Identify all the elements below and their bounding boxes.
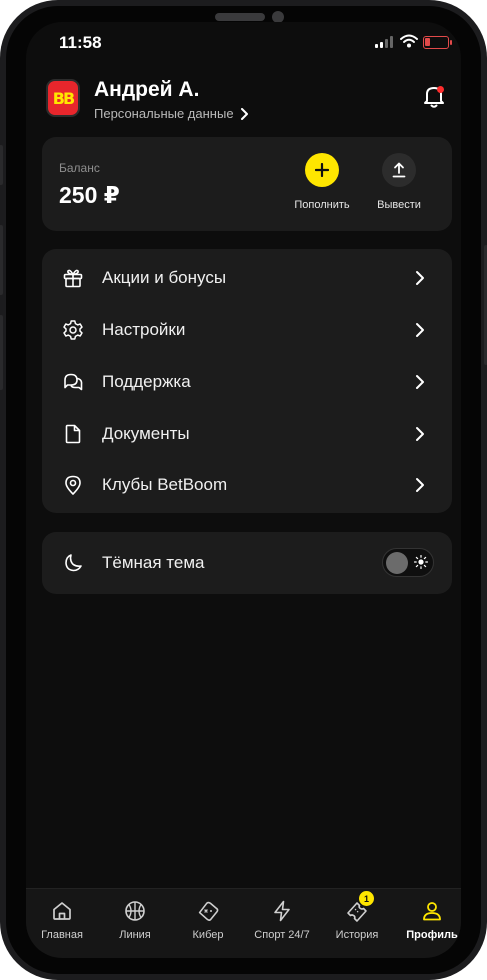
chevron-right-icon — [240, 107, 248, 120]
withdraw-label: Вывести — [377, 199, 421, 211]
chevron-right-icon — [416, 375, 424, 389]
earpiece-speaker — [215, 13, 265, 21]
gear-icon — [63, 320, 83, 340]
menu-card: Акции и бонусы Настройки Поддержка Докум… — [42, 249, 452, 513]
nav-item-history[interactable]: 1 История — [321, 891, 393, 941]
nav-item-line[interactable]: Линия — [99, 899, 171, 941]
user-name: Андрей А. — [94, 78, 200, 101]
home-icon — [53, 902, 71, 920]
history-badge: 1 — [359, 891, 374, 906]
menu-item-label: Поддержка — [102, 372, 191, 391]
wifi-icon — [400, 34, 418, 48]
basketball-icon — [125, 901, 145, 921]
theme-card: Тёмная тема — [42, 532, 452, 594]
chevron-right-icon — [416, 271, 424, 285]
betboom-logo: BB — [46, 79, 80, 117]
nav-label: Линия — [119, 929, 151, 941]
nav-label: История — [335, 929, 379, 941]
personal-data-link[interactable]: Персональные данные — [94, 106, 248, 121]
nav-item-cyber[interactable]: Кибер — [172, 899, 244, 941]
map-pin-icon — [65, 475, 81, 495]
menu-item-label: Настройки — [102, 320, 186, 339]
menu-item-support[interactable]: Поддержка — [42, 356, 452, 408]
battery-icon — [423, 36, 452, 49]
gift-icon — [63, 269, 83, 288]
nav-label: Профиль — [406, 929, 458, 941]
phone-frame: 11:58 BB Андрей А. Персональные данные Б… — [0, 0, 487, 980]
balance-label: Баланс — [59, 161, 100, 175]
menu-item-promotions[interactable]: Акции и бонусы — [42, 252, 452, 304]
menu-item-clubs[interactable]: Клубы BetBoom — [42, 459, 452, 511]
deposit-label: Пополнить — [294, 199, 350, 211]
personal-data-label: Персональные данные — [94, 106, 234, 121]
profile-header: BB Андрей А. Персональные данные — [42, 77, 452, 127]
plus-icon — [305, 153, 339, 187]
nav-label: Главная — [41, 929, 83, 941]
app-screen: 11:58 BB Андрей А. Персональные данные Б… — [26, 22, 461, 958]
lightning-icon — [274, 900, 290, 922]
document-icon — [65, 424, 81, 444]
cellular-signal-icon — [375, 36, 395, 48]
chevron-right-icon — [416, 427, 424, 441]
ticket-icon-wrap: 1 — [345, 891, 374, 923]
nav-label: Спорт 24/7 — [254, 929, 310, 941]
deposit-button[interactable]: Пополнить — [287, 153, 357, 211]
nav-item-home[interactable]: Главная — [26, 899, 98, 941]
status-bar: 11:58 — [26, 22, 461, 66]
nav-item-profile[interactable]: Профиль — [396, 899, 461, 941]
chevron-right-icon — [416, 478, 424, 492]
bottom-navigation: Главная Линия Кибер Спорт 24/7 1 История… — [26, 888, 461, 958]
nav-label: Кибер — [192, 929, 224, 941]
menu-item-label: Документы — [102, 424, 190, 443]
chat-bubbles-icon — [64, 373, 83, 391]
notification-dot — [437, 86, 444, 93]
menu-item-settings[interactable]: Настройки — [42, 304, 452, 356]
balance-value: 250 ₽ — [59, 182, 120, 208]
withdraw-button[interactable]: Вывести — [364, 153, 434, 211]
balance-card: Баланс 250 ₽ Пополнить Вывести — [42, 137, 452, 231]
user-icon — [423, 902, 441, 921]
toggle-knob — [386, 552, 408, 574]
menu-item-documents[interactable]: Документы — [42, 408, 452, 460]
dark-theme-label: Тёмная тема — [102, 553, 205, 572]
dark-theme-toggle[interactable] — [382, 548, 434, 577]
chevron-right-icon — [416, 323, 424, 337]
upload-arrow-icon — [382, 153, 416, 187]
moon-icon — [65, 554, 82, 572]
side-button-volume-down — [0, 315, 3, 390]
sun-icon — [414, 555, 428, 569]
menu-item-label: Клубы BetBoom — [102, 475, 228, 494]
side-button-volume-up — [0, 225, 3, 295]
menu-item-label: Акции и бонусы — [102, 268, 227, 287]
nav-item-sport-24-7[interactable]: Спорт 24/7 — [246, 899, 318, 941]
gamepad-icon — [198, 901, 219, 922]
side-button-mute — [0, 145, 3, 185]
notifications-button[interactable] — [421, 83, 447, 109]
status-time: 11:58 — [59, 33, 102, 52]
